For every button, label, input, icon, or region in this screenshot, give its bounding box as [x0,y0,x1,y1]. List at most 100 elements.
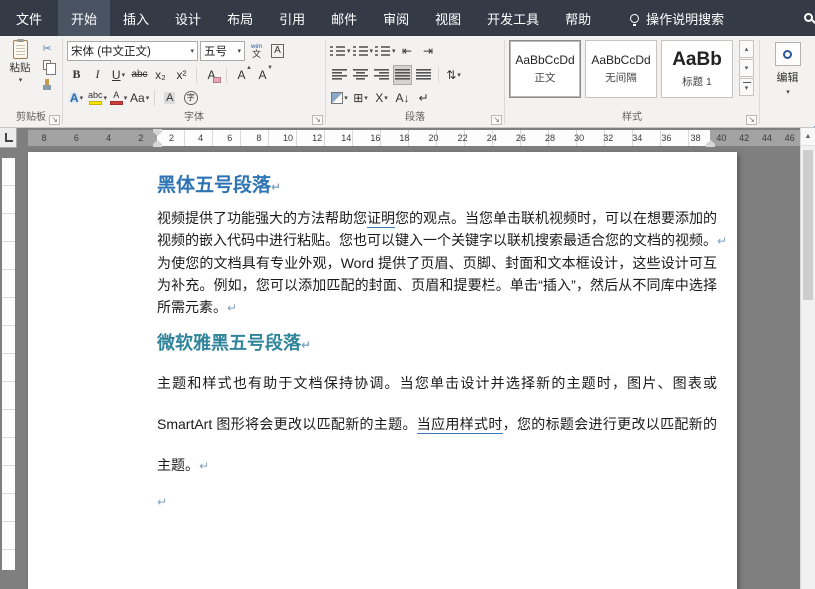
copy-button[interactable] [38,57,56,75]
shading-button[interactable]: ▾ [330,88,349,108]
tab-stop-selector[interactable] [0,128,17,148]
styles-dialog-launcher[interactable]: ↘ [746,115,757,125]
subscript-button[interactable]: x₂ [151,65,170,85]
tab-file[interactable]: 文件 [0,0,58,36]
ruler-number: 6 [227,133,233,143]
font-dialog-launcher[interactable]: ↘ [312,115,323,125]
borders-button[interactable]: ⊞ ▾ [351,88,370,108]
shrink-font-button[interactable]: A [253,65,273,85]
highlight-button[interactable]: abc ▾ [88,88,107,108]
grow-font-button[interactable]: A [232,65,252,85]
phonetic-guide-button[interactable]: wén 文 [247,41,266,61]
tab-home[interactable]: 开始 [58,0,111,36]
multilevel-list-button[interactable]: ▾ [375,41,396,61]
decrease-indent-button[interactable]: ⇤ [398,41,417,61]
find-button[interactable] [774,42,801,66]
align-left-button[interactable] [330,65,349,85]
text-effects-button[interactable]: A ▾ [67,88,86,108]
styles-scroll-up-button[interactable]: ▴ [739,40,754,58]
distribute-button[interactable] [414,65,433,85]
asian-layout-button[interactable]: X ▾ [372,88,391,108]
chevron-down-icon: ▾ [392,48,396,55]
paste-label: 粘贴 [9,62,31,74]
style-name: 正文 [534,72,556,84]
italic-button[interactable]: I [88,65,107,85]
ruler-number: 4 [106,133,112,143]
ruler-number: 6 [73,133,79,143]
character-border-icon: A [271,44,284,58]
chevron-down-icon: ▾ [237,48,241,55]
tab-layout[interactable]: 布局 [214,0,266,36]
format-painter-button[interactable] [38,74,56,90]
ruler-right-margin: 40 42 44 46 [710,130,801,146]
align-center-button[interactable] [351,65,370,85]
clear-formatting-button[interactable]: A [202,65,221,85]
tab-developer[interactable]: 开发工具 [474,0,552,36]
character-border-button[interactable]: A [268,41,287,61]
align-center-icon [353,69,368,80]
tab-help[interactable]: 帮助 [552,0,604,36]
bullets-button[interactable]: ▾ [330,41,351,61]
tab-insert[interactable]: 插入 [110,0,162,36]
tab-view[interactable]: 视图 [422,0,474,36]
tab-review[interactable]: 审阅 [370,0,422,36]
line-spacing-icon: ⇅ [446,67,457,82]
font-name-select[interactable]: 宋体 (中文正文) ▾ [67,41,198,61]
ruler-number: 2 [138,133,144,143]
underline-button[interactable]: U ▾ [109,65,128,85]
paste-button[interactable]: 粘贴 ▾ [4,39,36,111]
page[interactable]: 黑体五号段落↵ 视频提供了功能强大的方法帮助您证明您的观点。当您单击联机视频时，… [28,152,737,589]
character-shading-button[interactable]: A [160,88,179,108]
copy-icon [43,60,56,75]
increase-indent-button[interactable]: ⇥ [419,41,438,61]
numbering-button[interactable]: ▾ [352,41,373,61]
group-paragraph: ▾ ▾ ▾ ⇤ ⇥ ⇅ ▾ ▾ ⊞ ▾ X ▾ A↓ ↵ 段落 ↘ [326,36,504,127]
clipboard-dialog-launcher[interactable]: ↘ [49,115,60,125]
font-size-select[interactable]: 五号 ▾ [200,41,245,61]
show-marks-button[interactable]: ↵ [414,88,433,108]
editing-group-label: 编辑 [776,72,799,84]
align-right-button[interactable] [372,65,391,85]
styles-scroll-down-button[interactable]: ▾ [739,59,754,77]
vertical-scrollbar[interactable]: ▲ [800,128,815,589]
justify-button[interactable] [393,64,412,85]
tab-references[interactable]: 引用 [266,0,318,36]
styles-more-button[interactable]: ▾ [739,78,754,96]
strikethrough-button[interactable]: abc [130,65,149,85]
menubar: 文件 开始 插入 设计 布局 引用 邮件 审阅 视图 开发工具 帮助 操作说明搜… [0,0,815,36]
font-color-button[interactable]: A ▾ [109,88,128,108]
style-normal[interactable]: AaBbCcDd 正文 [509,40,581,98]
ruler-number: 44 [761,133,772,143]
chevron-down-icon: ▾ [347,48,351,55]
group-font: 宋体 (中文正文) ▾ 五号 ▾ wén 文 A B I U ▾ abc x₂ … [63,36,325,127]
ruler-number: 18 [399,133,410,143]
tab-mailings[interactable]: 邮件 [318,0,370,36]
align-left-icon [332,69,347,80]
superscript-button[interactable]: x² [172,65,191,85]
paragraph-dialog-launcher[interactable]: ↘ [491,115,502,125]
chevron-down-icon: ▾ [145,94,150,102]
ruler-number: 24 [486,133,497,143]
change-case-button[interactable]: Aa ▾ [130,88,149,108]
style-no-spacing[interactable]: AaBbCcDd 无间隔 [585,40,657,98]
tell-me-search[interactable]: 操作说明搜索 [630,0,724,36]
tab-design[interactable]: 设计 [162,0,214,36]
ruler-number: 28 [544,133,555,143]
bold-button[interactable]: B [67,65,86,85]
chevron-down-icon: ▾ [744,85,749,92]
document-canvas: 黑体五号段落↵ 视频提供了功能强大的方法帮助您证明您的观点。当您单击联机视频时，… [17,148,800,589]
search-icon[interactable] [804,13,813,22]
sort-button[interactable]: A↓ [393,88,412,108]
line-spacing-button[interactable]: ⇅ ▾ [444,65,463,85]
paragraph-3: 主题和样式也有助于文档保持协调。当您单击设计并选择新的主题时，图片、图表或 Sm… [157,375,718,473]
cut-button[interactable]: ✂ [38,40,56,56]
ribbon: 粘贴 ▾ ✂ 剪贴板 ↘ 宋体 (中文正文) ▾ 五号 ▾ wén 文 A B … [0,36,815,128]
style-heading1[interactable]: AaBb 标题 1 [661,40,733,98]
ruler-number: 10 [282,133,293,143]
enclose-characters-button[interactable]: 字 [181,88,200,108]
chevron-down-icon[interactable]: ▾ [786,88,790,96]
bullets-icon [330,45,346,57]
numbering-icon [352,45,369,57]
scrollbar-thumb[interactable] [803,150,813,300]
scroll-up-button[interactable]: ▲ [801,128,815,146]
